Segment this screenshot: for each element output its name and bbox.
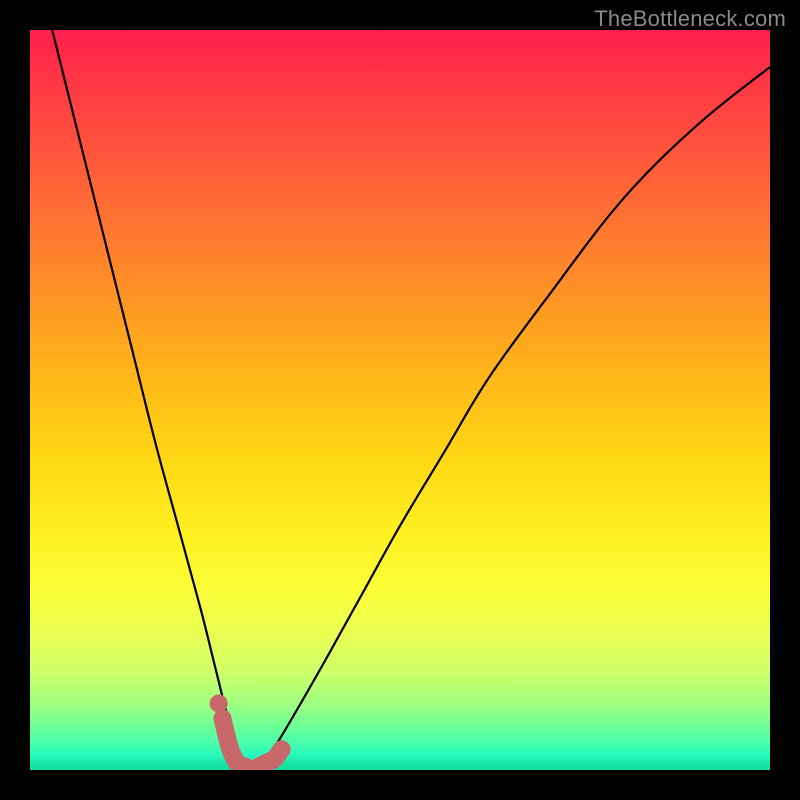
optimal-band-marker bbox=[222, 718, 281, 770]
curve-layer bbox=[30, 30, 770, 770]
watermark-text: TheBottleneck.com bbox=[594, 6, 786, 32]
bottleneck-curve bbox=[52, 30, 770, 770]
chart-frame: TheBottleneck.com bbox=[0, 0, 800, 800]
optimal-dot-icon bbox=[210, 694, 228, 712]
plot-area bbox=[30, 30, 770, 770]
